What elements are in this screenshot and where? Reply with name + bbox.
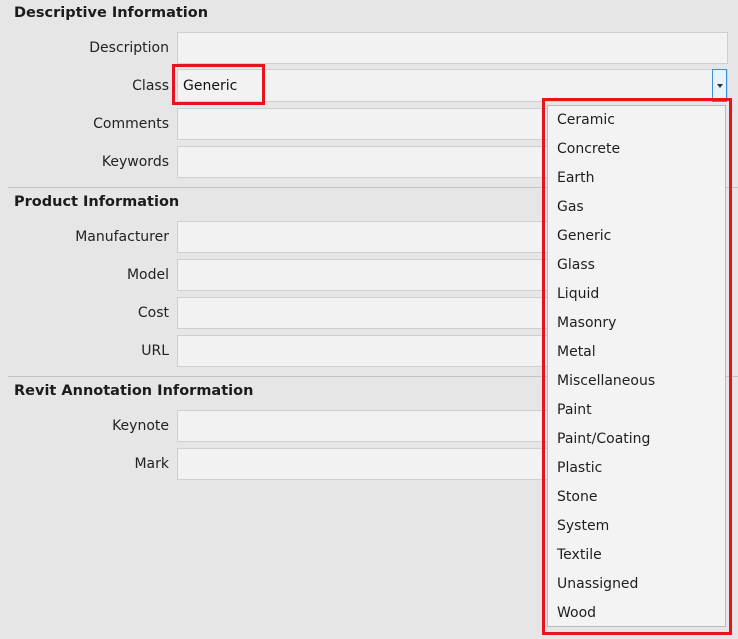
class-option-textile[interactable]: Textile xyxy=(557,547,602,563)
class-option-masonry[interactable]: Masonry xyxy=(557,315,616,331)
cost-label: Cost xyxy=(137,305,169,321)
class-option-ceramic[interactable]: Ceramic xyxy=(557,112,615,128)
comments-label: Comments xyxy=(93,116,169,132)
model-label: Model xyxy=(126,267,169,283)
class-option-generic[interactable]: Generic xyxy=(557,228,611,244)
class-option-earth[interactable]: Earth xyxy=(557,170,595,186)
class-option-gas[interactable]: Gas xyxy=(557,199,584,215)
class-label: Class xyxy=(132,78,169,94)
section-title-revit: Revit Annotation Information xyxy=(14,383,254,399)
mark-label: Mark xyxy=(134,456,169,472)
class-dropdown-list[interactable]: Ceramic Concrete Earth Gas Generic Glass… xyxy=(547,105,726,627)
keywords-label: Keywords xyxy=(101,154,169,170)
description-field[interactable] xyxy=(177,32,728,64)
class-option-unassigned[interactable]: Unassigned xyxy=(557,576,638,592)
class-selected-value: Generic xyxy=(183,78,238,94)
class-option-paint[interactable]: Paint xyxy=(557,402,592,418)
description-label: Description xyxy=(89,40,169,56)
section-title-descriptive: Descriptive Information xyxy=(14,5,209,21)
class-option-miscellaneous[interactable]: Miscellaneous xyxy=(557,373,655,389)
class-option-glass[interactable]: Glass xyxy=(557,257,595,273)
class-option-concrete[interactable]: Concrete xyxy=(557,141,620,157)
manufacturer-label: Manufacturer xyxy=(75,229,169,245)
class-option-stone[interactable]: Stone xyxy=(557,489,597,505)
url-label: URL xyxy=(141,343,169,359)
class-option-paint-coating[interactable]: Paint/Coating xyxy=(557,431,650,447)
keynote-label: Keynote xyxy=(112,418,169,434)
class-option-wood[interactable]: Wood xyxy=(557,605,596,621)
class-option-liquid[interactable]: Liquid xyxy=(557,286,599,302)
section-title-product: Product Information xyxy=(14,194,180,210)
class-dropdown-button[interactable] xyxy=(712,69,727,102)
class-option-metal[interactable]: Metal xyxy=(557,344,596,360)
class-option-plastic[interactable]: Plastic xyxy=(557,460,602,476)
class-combobox[interactable]: Generic xyxy=(177,69,728,102)
chevron-down-icon xyxy=(717,84,723,88)
class-option-system[interactable]: System xyxy=(557,518,609,534)
